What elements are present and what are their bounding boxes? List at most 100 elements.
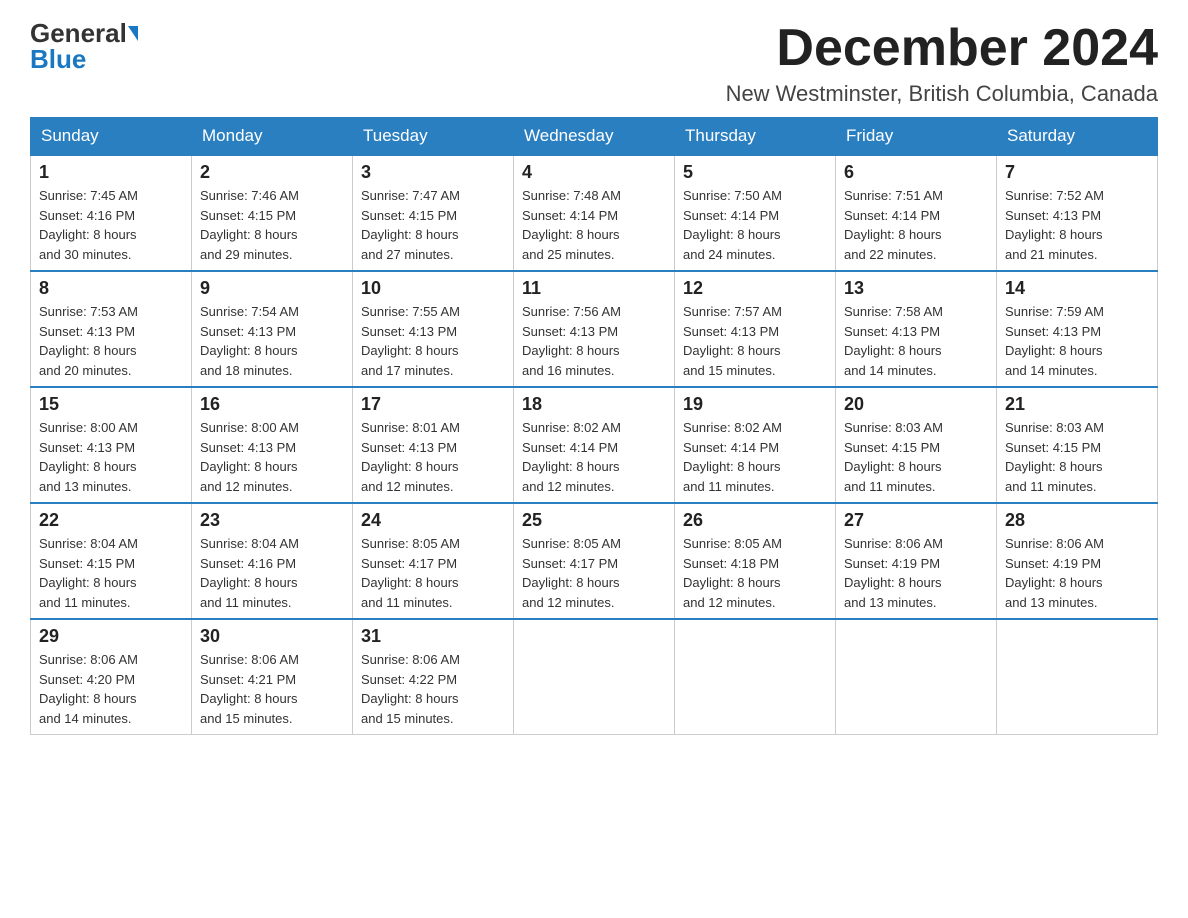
calendar-cell: 9 Sunrise: 7:54 AMSunset: 4:13 PMDaylight…	[192, 271, 353, 387]
calendar-cell: 27 Sunrise: 8:06 AMSunset: 4:19 PMDayligh…	[836, 503, 997, 619]
day-info: Sunrise: 8:04 AMSunset: 4:15 PMDaylight:…	[39, 534, 183, 612]
calendar-cell: 3 Sunrise: 7:47 AMSunset: 4:15 PMDaylight…	[353, 155, 514, 271]
day-info: Sunrise: 8:02 AMSunset: 4:14 PMDaylight:…	[522, 418, 666, 496]
calendar-week-row: 15Sunrise: 8:00 AMSunset: 4:13 PMDayligh…	[31, 387, 1158, 503]
day-info: Sunrise: 8:05 AMSunset: 4:17 PMDaylight:…	[361, 534, 505, 612]
page-header: General Blue December 2024 New Westminst…	[30, 20, 1158, 107]
day-info: Sunrise: 8:06 AMSunset: 4:20 PMDaylight:…	[39, 650, 183, 728]
calendar-cell: 6 Sunrise: 7:51 AMSunset: 4:14 PMDaylight…	[836, 155, 997, 271]
calendar-week-row: 8 Sunrise: 7:53 AMSunset: 4:13 PMDaylight…	[31, 271, 1158, 387]
day-number: 25	[522, 510, 666, 531]
day-info: Sunrise: 7:54 AMSunset: 4:13 PMDaylight:…	[200, 302, 344, 380]
col-header-friday: Friday	[836, 118, 997, 156]
calendar-cell: 11 Sunrise: 7:56 AMSunset: 4:13 PMDayligh…	[514, 271, 675, 387]
day-number: 30	[200, 626, 344, 647]
day-info: Sunrise: 8:06 AMSunset: 4:21 PMDaylight:…	[200, 650, 344, 728]
calendar-cell	[836, 619, 997, 735]
day-info: Sunrise: 7:53 AMSunset: 4:13 PMDaylight:…	[39, 302, 183, 380]
logo-general: General	[30, 20, 127, 46]
day-info: Sunrise: 8:04 AMSunset: 4:16 PMDaylight:…	[200, 534, 344, 612]
day-info: Sunrise: 8:06 AMSunset: 4:22 PMDaylight:…	[361, 650, 505, 728]
day-info: Sunrise: 7:56 AMSunset: 4:13 PMDaylight:…	[522, 302, 666, 380]
calendar-cell: 7 Sunrise: 7:52 AMSunset: 4:13 PMDaylight…	[997, 155, 1158, 271]
day-number: 2	[200, 162, 344, 183]
day-info: Sunrise: 7:59 AMSunset: 4:13 PMDaylight:…	[1005, 302, 1149, 380]
col-header-saturday: Saturday	[997, 118, 1158, 156]
day-info: Sunrise: 7:52 AMSunset: 4:13 PMDaylight:…	[1005, 186, 1149, 264]
day-info: Sunrise: 7:58 AMSunset: 4:13 PMDaylight:…	[844, 302, 988, 380]
calendar-cell: 16 Sunrise: 8:00 AMSunset: 4:13 PMDayligh…	[192, 387, 353, 503]
day-number: 14	[1005, 278, 1149, 299]
day-number: 31	[361, 626, 505, 647]
calendar-cell: 2 Sunrise: 7:46 AMSunset: 4:15 PMDaylight…	[192, 155, 353, 271]
day-info: Sunrise: 7:46 AMSunset: 4:15 PMDaylight:…	[200, 186, 344, 264]
day-info: Sunrise: 8:03 AMSunset: 4:15 PMDaylight:…	[844, 418, 988, 496]
calendar-cell: 21Sunrise: 8:03 AMSunset: 4:15 PMDayligh…	[997, 387, 1158, 503]
col-header-tuesday: Tuesday	[353, 118, 514, 156]
day-info: Sunrise: 7:48 AMSunset: 4:14 PMDaylight:…	[522, 186, 666, 264]
calendar-cell: 20 Sunrise: 8:03 AMSunset: 4:15 PMDayligh…	[836, 387, 997, 503]
day-info: Sunrise: 8:00 AMSunset: 4:13 PMDaylight:…	[39, 418, 183, 496]
calendar-cell: 10Sunrise: 7:55 AMSunset: 4:13 PMDayligh…	[353, 271, 514, 387]
calendar-cell: 22 Sunrise: 8:04 AMSunset: 4:15 PMDayligh…	[31, 503, 192, 619]
calendar-week-row: 29Sunrise: 8:06 AMSunset: 4:20 PMDayligh…	[31, 619, 1158, 735]
day-number: 11	[522, 278, 666, 299]
day-number: 18	[522, 394, 666, 415]
calendar-cell: 5Sunrise: 7:50 AMSunset: 4:14 PMDaylight…	[675, 155, 836, 271]
title-section: December 2024 New Westminster, British C…	[726, 20, 1158, 107]
day-info: Sunrise: 7:57 AMSunset: 4:13 PMDaylight:…	[683, 302, 827, 380]
calendar-cell: 15Sunrise: 8:00 AMSunset: 4:13 PMDayligh…	[31, 387, 192, 503]
day-info: Sunrise: 8:06 AMSunset: 4:19 PMDaylight:…	[844, 534, 988, 612]
day-number: 1	[39, 162, 183, 183]
calendar-cell: 13 Sunrise: 7:58 AMSunset: 4:13 PMDayligh…	[836, 271, 997, 387]
day-number: 13	[844, 278, 988, 299]
day-info: Sunrise: 8:02 AMSunset: 4:14 PMDaylight:…	[683, 418, 827, 496]
calendar-cell: 24 Sunrise: 8:05 AMSunset: 4:17 PMDayligh…	[353, 503, 514, 619]
day-number: 3	[361, 162, 505, 183]
calendar-cell: 26Sunrise: 8:05 AMSunset: 4:18 PMDayligh…	[675, 503, 836, 619]
day-number: 23	[200, 510, 344, 531]
calendar-cell: 29Sunrise: 8:06 AMSunset: 4:20 PMDayligh…	[31, 619, 192, 735]
day-number: 28	[1005, 510, 1149, 531]
day-info: Sunrise: 8:00 AMSunset: 4:13 PMDaylight:…	[200, 418, 344, 496]
calendar-cell: 8 Sunrise: 7:53 AMSunset: 4:13 PMDaylight…	[31, 271, 192, 387]
calendar-cell: 30 Sunrise: 8:06 AMSunset: 4:21 PMDayligh…	[192, 619, 353, 735]
day-info: Sunrise: 7:47 AMSunset: 4:15 PMDaylight:…	[361, 186, 505, 264]
calendar-cell	[514, 619, 675, 735]
day-number: 20	[844, 394, 988, 415]
day-number: 6	[844, 162, 988, 183]
day-number: 24	[361, 510, 505, 531]
day-number: 12	[683, 278, 827, 299]
logo: General Blue	[30, 20, 138, 72]
calendar-cell	[997, 619, 1158, 735]
day-number: 22	[39, 510, 183, 531]
day-number: 5	[683, 162, 827, 183]
calendar-cell: 14 Sunrise: 7:59 AMSunset: 4:13 PMDayligh…	[997, 271, 1158, 387]
day-number: 7	[1005, 162, 1149, 183]
calendar-cell	[675, 619, 836, 735]
day-info: Sunrise: 8:01 AMSunset: 4:13 PMDaylight:…	[361, 418, 505, 496]
day-info: Sunrise: 8:05 AMSunset: 4:17 PMDaylight:…	[522, 534, 666, 612]
day-info: Sunrise: 7:55 AMSunset: 4:13 PMDaylight:…	[361, 302, 505, 380]
calendar-title: December 2024	[726, 20, 1158, 77]
day-info: Sunrise: 7:51 AMSunset: 4:14 PMDaylight:…	[844, 186, 988, 264]
calendar-week-row: 22 Sunrise: 8:04 AMSunset: 4:15 PMDayligh…	[31, 503, 1158, 619]
day-number: 19	[683, 394, 827, 415]
day-number: 4	[522, 162, 666, 183]
col-header-thursday: Thursday	[675, 118, 836, 156]
day-info: Sunrise: 8:05 AMSunset: 4:18 PMDaylight:…	[683, 534, 827, 612]
calendar-cell: 23 Sunrise: 8:04 AMSunset: 4:16 PMDayligh…	[192, 503, 353, 619]
col-header-sunday: Sunday	[31, 118, 192, 156]
day-number: 8	[39, 278, 183, 299]
calendar-cell: 18 Sunrise: 8:02 AMSunset: 4:14 PMDayligh…	[514, 387, 675, 503]
day-number: 27	[844, 510, 988, 531]
day-number: 9	[200, 278, 344, 299]
calendar-cell: 31 Sunrise: 8:06 AMSunset: 4:22 PMDayligh…	[353, 619, 514, 735]
day-info: Sunrise: 8:06 AMSunset: 4:19 PMDaylight:…	[1005, 534, 1149, 612]
day-number: 16	[200, 394, 344, 415]
calendar-table: SundayMondayTuesdayWednesdayThursdayFrid…	[30, 117, 1158, 735]
calendar-header-row: SundayMondayTuesdayWednesdayThursdayFrid…	[31, 118, 1158, 156]
day-number: 17	[361, 394, 505, 415]
logo-blue: Blue	[30, 46, 86, 72]
col-header-wednesday: Wednesday	[514, 118, 675, 156]
